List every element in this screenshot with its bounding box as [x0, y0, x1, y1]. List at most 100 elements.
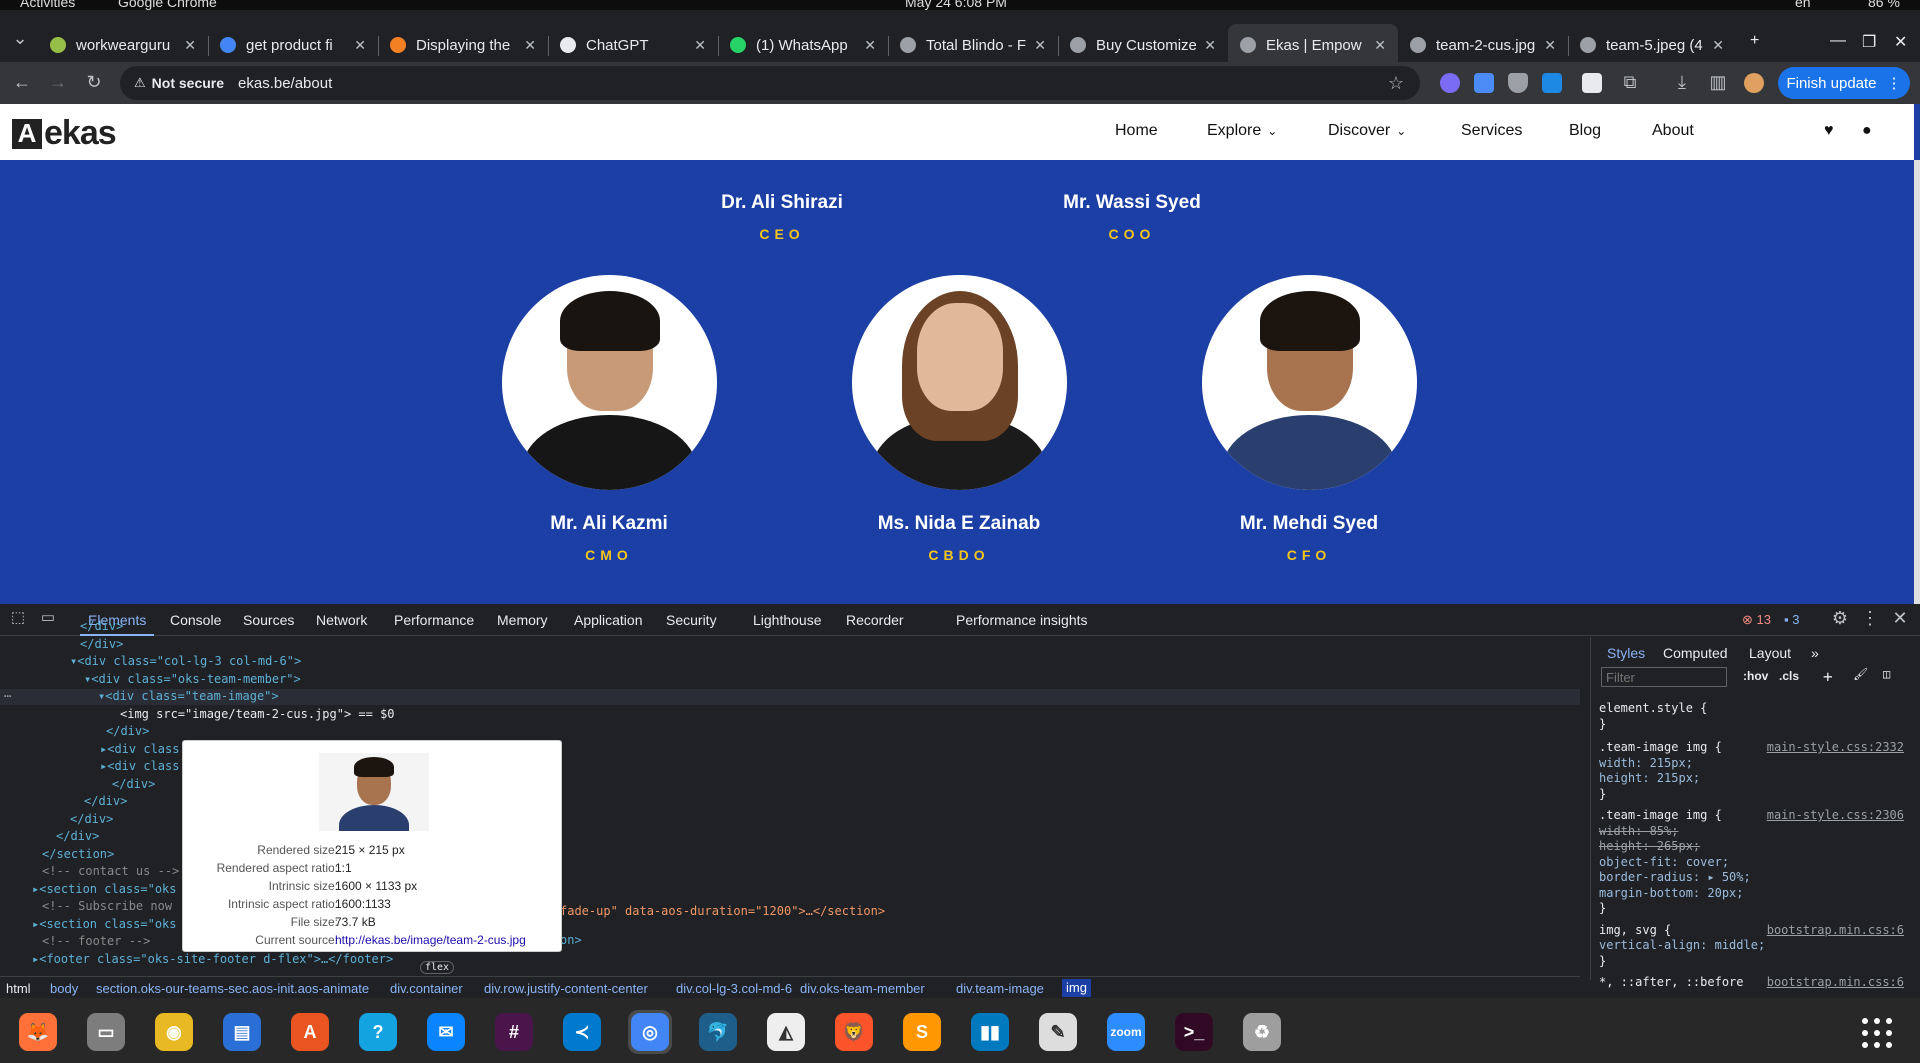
dom-node-line[interactable]: ▸<div class: [100, 742, 179, 756]
devtools-tab-performance-insights[interactable]: Performance insights: [956, 612, 1088, 628]
tab-close-icon[interactable]: ✕: [694, 37, 706, 54]
nav-item-discover[interactable]: Discover ⌄: [1328, 122, 1406, 140]
new-style-rule-icon[interactable]: +: [1823, 667, 1833, 686]
close-devtools-icon[interactable]: ✕: [1888, 608, 1912, 629]
style-rule-line[interactable]: height: 265px;: [1599, 839, 1700, 853]
style-rule-line[interactable]: }: [1599, 787, 1606, 801]
devtools-menu-icon[interactable]: ⋮: [1858, 608, 1882, 629]
dom-node-line[interactable]: <!-- contact us -->: [42, 864, 179, 878]
style-rule-line[interactable]: img, svg {: [1599, 923, 1671, 937]
style-rule-line[interactable]: .team-image img {: [1599, 808, 1722, 822]
dom-node-line[interactable]: </div>: [56, 829, 99, 843]
devtools-tab-application[interactable]: Application: [574, 612, 643, 628]
writer-icon[interactable]: ▤: [220, 1010, 264, 1054]
style-source-link[interactable]: main-style.css:2306: [1767, 808, 1904, 822]
style-rule-line[interactable]: vertical-align: middle;: [1599, 938, 1765, 952]
activities-button[interactable]: Activities: [20, 0, 75, 10]
styles-tab-styles[interactable]: Styles: [1607, 645, 1645, 661]
tab-close-icon[interactable]: ✕: [1544, 37, 1556, 54]
breadcrumb-item[interactable]: div.container: [390, 981, 463, 996]
terminal-icon[interactable]: >_: [1172, 1010, 1216, 1054]
devtools-tab-performance[interactable]: Performance: [394, 612, 474, 628]
breadcrumb-item[interactable]: div.team-image: [956, 981, 1044, 996]
browser-tab[interactable]: ChatGPT ✕: [548, 24, 718, 66]
extensions-puzzle-icon[interactable]: ⧉: [1618, 72, 1642, 93]
dom-node-line[interactable]: ▾<div class="col-lg-3 col-md-6">: [70, 654, 301, 668]
translate-extension-icon[interactable]: [1474, 73, 1494, 93]
breadcrumb-item[interactable]: div.oks-team-member: [800, 981, 925, 996]
dom-node-line[interactable]: </div>: [112, 777, 155, 791]
warning-icon[interactable]: ⚠: [134, 75, 146, 91]
styles-filter-input[interactable]: [1601, 667, 1727, 687]
fi-extension-icon[interactable]: [1542, 73, 1562, 93]
tab-close-icon[interactable]: ✕: [1712, 37, 1724, 54]
minimize-icon[interactable]: —: [1830, 32, 1846, 50]
language-indicator[interactable]: en: [1795, 0, 1811, 10]
devtools-tab-sources[interactable]: Sources: [243, 612, 294, 628]
paint-brush-icon[interactable]: 🖌: [1853, 667, 1868, 681]
settings-gear-icon[interactable]: ⚙: [1828, 608, 1852, 629]
clock[interactable]: May 24 6:08 PM: [905, 0, 1007, 10]
style-rule-line[interactable]: border-radius: ▸ 50%;: [1599, 870, 1751, 884]
tab-close-icon[interactable]: ✕: [524, 37, 536, 54]
browser-tab[interactable]: Buy Customize ✕: [1058, 24, 1228, 66]
browser-tab[interactable]: (1) WhatsApp ✕: [718, 24, 888, 66]
nav-item-services[interactable]: Services: [1461, 122, 1522, 140]
tab-search-chevron-icon[interactable]: ⌄: [8, 28, 32, 49]
sublime-icon[interactable]: S: [900, 1010, 944, 1054]
camera-extension-icon[interactable]: [1582, 73, 1602, 93]
download-icon[interactable]: ⤓: [1670, 72, 1694, 93]
dom-node-line[interactable]: </div>: [80, 637, 123, 651]
url-text[interactable]: ekas.be/about: [238, 75, 332, 92]
rhythmbox-icon[interactable]: ◉: [152, 1010, 196, 1054]
shield-extension-icon[interactable]: [1508, 73, 1528, 93]
tab-close-icon[interactable]: ✕: [184, 37, 196, 54]
nav-item-explore[interactable]: Explore ⌄: [1207, 122, 1277, 140]
device-toolbar-icon[interactable]: ▭: [36, 608, 60, 626]
dom-node-line[interactable]: ▸<div class: [100, 759, 179, 773]
files-icon[interactable]: ▭: [84, 1010, 128, 1054]
breadcrumb-item[interactable]: div.row.justify-content-center: [484, 981, 648, 996]
breadcrumb-item[interactable]: div.col-lg-3.col-md-6: [676, 981, 792, 996]
style-rule-line[interactable]: }: [1599, 954, 1606, 968]
trash-icon[interactable]: ♻: [1240, 1010, 1284, 1054]
browser-tab[interactable]: workwearguru ✕: [38, 24, 208, 66]
reload-icon[interactable]: ↻: [82, 72, 106, 93]
style-rule-line[interactable]: *, ::after, ::before: [1599, 975, 1744, 989]
style-source-link[interactable]: bootstrap.min.css:6: [1767, 923, 1904, 937]
devtools-tab-security[interactable]: Security: [666, 612, 717, 628]
brave-icon[interactable]: 🦁: [832, 1010, 876, 1054]
dom-node-line[interactable]: <!-- Subscribe now: [42, 899, 172, 913]
app-grid-icon[interactable]: [1862, 1018, 1892, 1048]
style-source-link[interactable]: main-style.css:2332: [1767, 740, 1904, 754]
browser-tab[interactable]: team-5.jpeg (4 ✕: [1568, 24, 1736, 66]
style-rule-line[interactable]: width: 215px;: [1599, 756, 1693, 770]
message-count[interactable]: ▪ 3: [1784, 612, 1799, 627]
flex-badge[interactable]: flex: [420, 961, 455, 974]
tab-close-icon[interactable]: ✕: [1204, 37, 1216, 54]
devtools-tab-lighthouse[interactable]: Lighthouse: [753, 612, 822, 628]
dom-node-line[interactable]: </div>: [84, 794, 127, 808]
nav-item-home[interactable]: Home: [1115, 122, 1158, 140]
dom-node-line[interactable]: </div>: [80, 619, 123, 633]
style-rule-line[interactable]: width: 85%;: [1599, 824, 1678, 838]
style-rule-line[interactable]: .team-image img {: [1599, 740, 1722, 754]
dom-node-line[interactable]: <img src="image/team-2-cus.jpg"> == $0: [120, 707, 395, 721]
dom-node-line[interactable]: ▸<section class="oks: [32, 882, 177, 896]
styles-tab-layout[interactable]: Layout: [1749, 645, 1791, 661]
finish-update-button[interactable]: Finish update ⋮: [1778, 67, 1910, 99]
error-count[interactable]: ⊗ 13: [1742, 612, 1771, 628]
devtools-tab-memory[interactable]: Memory: [497, 612, 548, 628]
style-source-link[interactable]: bootstrap.min.css:6: [1767, 975, 1904, 989]
browser-tab[interactable]: Displaying the ✕: [378, 24, 548, 66]
mysql-workbench-icon[interactable]: 🐬: [696, 1010, 740, 1054]
help-icon[interactable]: ?: [356, 1010, 400, 1054]
browser-tab[interactable]: Ekas | Empow ✕: [1228, 24, 1398, 66]
breadcrumb-item[interactable]: img: [1062, 979, 1091, 997]
chrome-icon[interactable]: ◎: [628, 1010, 672, 1054]
devtools-tab-network[interactable]: Network: [316, 612, 367, 628]
trello-icon[interactable]: ▮▮: [968, 1010, 1012, 1054]
nav-item-about[interactable]: About: [1652, 122, 1694, 140]
breadcrumb-item[interactable]: html: [6, 981, 31, 996]
dom-node-line[interactable]: ▸<footer class="oks-site-footer d-flex">…: [32, 952, 393, 966]
